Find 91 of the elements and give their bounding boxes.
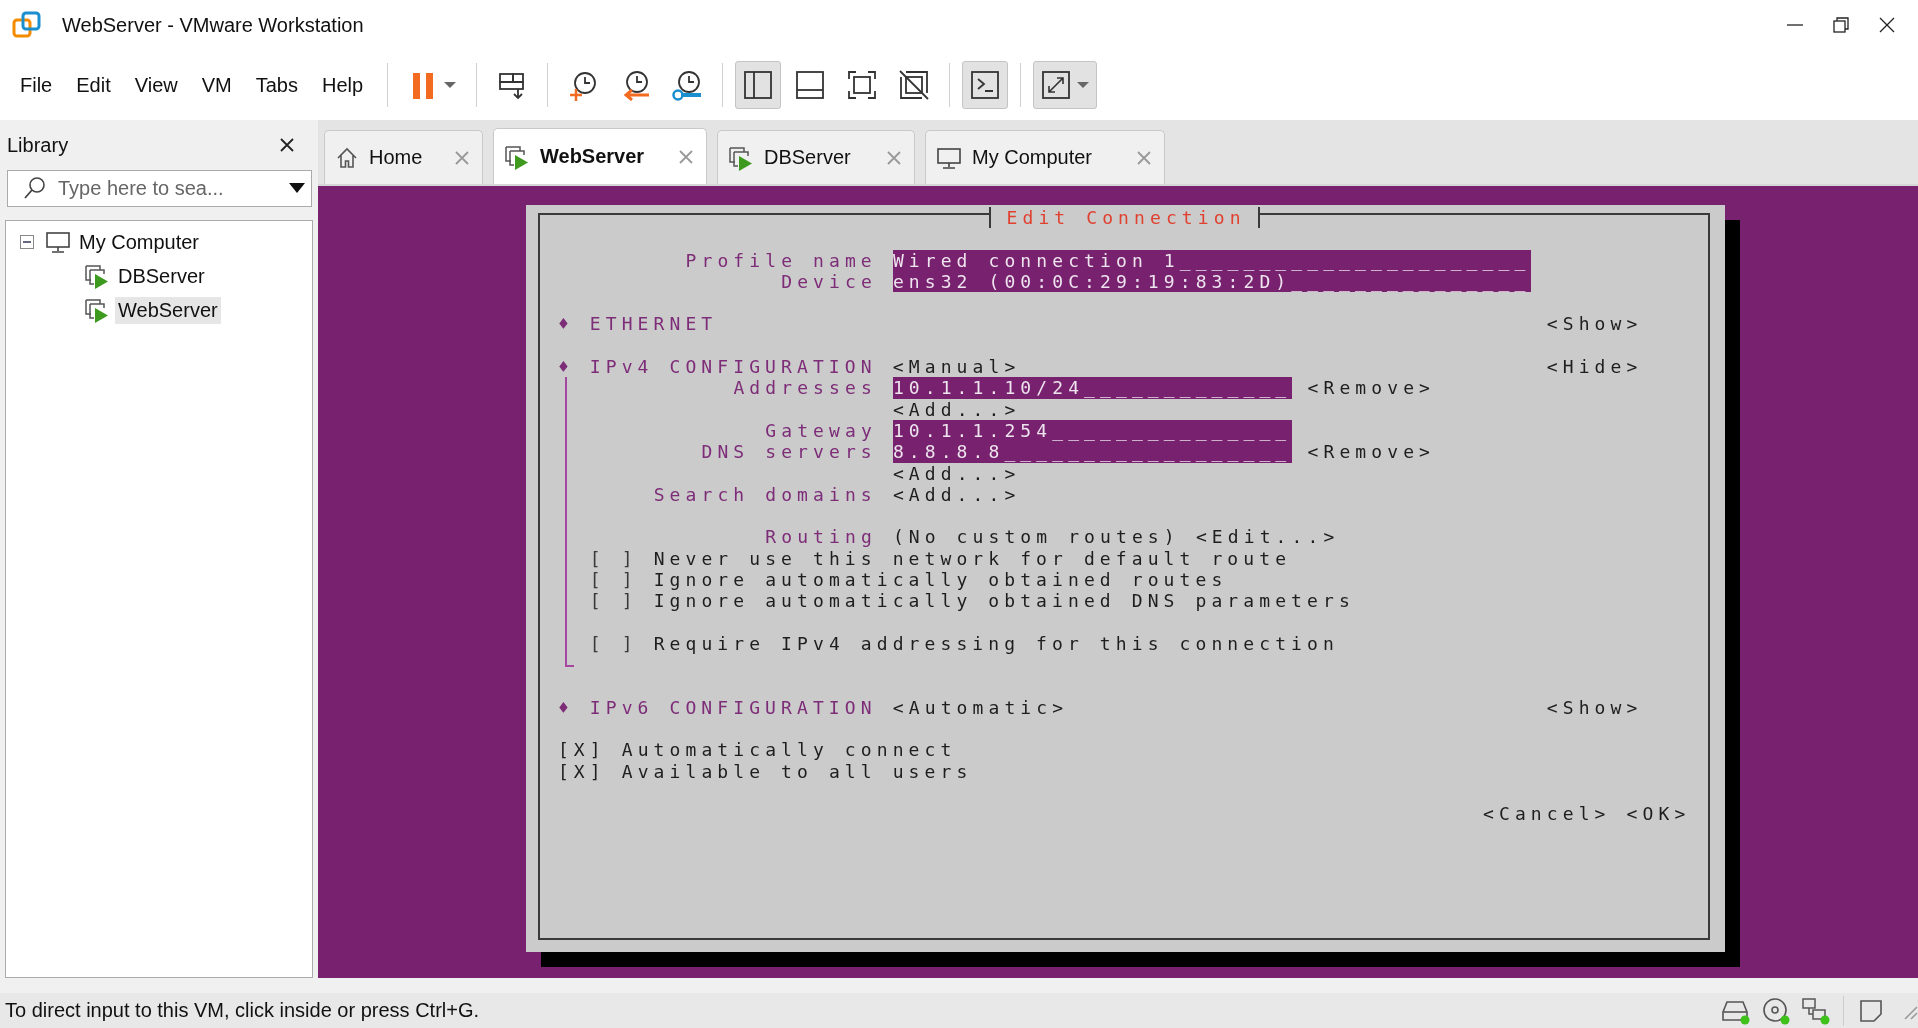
- menu-item[interactable]: Tabs: [243, 67, 310, 103]
- section-bullet: ♦: [557, 313, 574, 335]
- tree-item[interactable]: DBServer: [115, 262, 208, 290]
- checkbox[interactable]: [ ]: [589, 547, 638, 570]
- menu-item[interactable]: Edit: [64, 67, 123, 103]
- field-label: Search domains: [653, 483, 877, 506]
- monitor-icon: [936, 146, 962, 169]
- dialog-title: Edit Connection: [988, 207, 1260, 229]
- mode-dropdown[interactable]: <Automatic>: [892, 696, 1069, 719]
- checkbox-label: Ignore automatically obtained routes: [653, 569, 1228, 591]
- ok-button[interactable]: <OK>: [1626, 803, 1691, 825]
- input-field[interactable]: ens32 (00:0C:29:19:83:2D)_______________: [892, 270, 1531, 293]
- note-icon[interactable]: [1858, 997, 1884, 1024]
- library-toggle-button[interactable]: [735, 61, 782, 109]
- house-icon: [335, 145, 359, 170]
- input-field[interactable]: 10.1.1.10/24_____________: [892, 377, 1292, 399]
- checkbox[interactable]: [ ]: [589, 569, 638, 591]
- fullscreen-icon: [846, 69, 879, 101]
- input-field[interactable]: Wired connection 1______________________: [892, 249, 1531, 271]
- stretch-icon: [1040, 69, 1073, 101]
- section-bullet: ♦: [557, 696, 574, 719]
- checkbox-label: Require IPv4 addressing for this connection: [653, 632, 1340, 655]
- vm-play-icon: [84, 297, 110, 323]
- cancel-button[interactable]: <Cancel>: [1483, 803, 1611, 825]
- vm-play-icon: [84, 263, 110, 289]
- add-button[interactable]: <Add...>: [892, 462, 1021, 484]
- field-label: Routing: [765, 526, 877, 548]
- search-icon: [23, 176, 47, 200]
- window-title: WebServer - VMware Workstation: [62, 13, 365, 37]
- disc-icon[interactable]: [1761, 995, 1791, 1026]
- crossed-windows-icon: [898, 69, 931, 101]
- caret-icon: [443, 81, 458, 89]
- field-label: Addresses: [733, 377, 877, 399]
- input-field[interactable]: 10.1.1.254_______________: [892, 419, 1292, 442]
- dropdown-caret-icon[interactable]: [288, 182, 306, 194]
- checkbox-label: Available to all users: [621, 760, 973, 782]
- tab[interactable]: My Computer: [925, 130, 1165, 184]
- vm-play-icon: [728, 144, 754, 171]
- input-field[interactable]: 8.8.8.8__________________: [892, 441, 1292, 463]
- tree-item[interactable]: My Computer: [76, 228, 203, 256]
- mode-dropdown[interactable]: <Manual>: [892, 356, 1021, 378]
- network-icon[interactable]: [1801, 995, 1831, 1026]
- menu-item[interactable]: View: [122, 67, 190, 103]
- menu-item[interactable]: File: [8, 67, 65, 103]
- checkbox[interactable]: [X]: [557, 739, 606, 761]
- menu-item[interactable]: VM: [189, 67, 244, 103]
- checkbox[interactable]: [ ]: [589, 590, 638, 612]
- tree-item[interactable]: WebServer: [115, 296, 221, 324]
- section-title: IPv6 CONFIGURATION: [589, 696, 877, 719]
- checkbox[interactable]: [ ]: [589, 632, 638, 655]
- clock-wrench-icon: [671, 69, 704, 101]
- close-icon: [1878, 16, 1896, 34]
- add-button[interactable]: <Add...>: [892, 483, 1021, 506]
- vm-play-icon: [504, 143, 530, 170]
- section-title: ETHERNET: [589, 313, 718, 335]
- add-button[interactable]: <Add...>: [892, 398, 1021, 420]
- field-label: Gateway: [765, 419, 877, 442]
- caret-icon: [1076, 81, 1091, 89]
- checkbox-label: Never use this network for default route: [653, 547, 1292, 570]
- section-toggle-button[interactable]: <Hide>: [1546, 356, 1643, 378]
- minimize-icon: [1787, 24, 1803, 26]
- tab[interactable]: WebServer: [493, 128, 707, 184]
- checkbox-label: Automatically connect: [621, 739, 957, 761]
- section-bullet: ♦: [557, 356, 574, 378]
- app-logo-icon: [12, 10, 42, 40]
- field-label: Device: [781, 270, 877, 293]
- checkbox[interactable]: [X]: [557, 760, 606, 782]
- restore-icon: [1832, 16, 1850, 34]
- terminal-icon: [969, 69, 1002, 101]
- routing-value: (No custom routes): [892, 526, 1180, 548]
- tab[interactable]: DBServer: [717, 130, 915, 184]
- section-title: IPv4 CONFIGURATION: [589, 356, 877, 378]
- edit-button[interactable]: <Edit...>: [1195, 526, 1340, 548]
- section-toggle-button[interactable]: <Show>: [1546, 696, 1643, 719]
- status-text: To direct input to this VM, click inside or press Ctrl+G.: [5, 999, 481, 1022]
- remove-button[interactable]: <Remove>: [1307, 441, 1436, 463]
- field-label: DNS servers: [701, 441, 877, 463]
- sidebar-layout-icon: [742, 69, 775, 101]
- library-title: Library: [7, 133, 69, 157]
- field-label: Profile name: [685, 249, 877, 271]
- checkbox-label: Ignore automatically obtained DNS parameters: [653, 590, 1356, 612]
- search-field[interactable]: Type here to sea...: [7, 170, 312, 207]
- section-toggle-button[interactable]: <Show>: [1546, 313, 1643, 335]
- menu-item[interactable]: Help: [309, 67, 376, 103]
- console-view-button[interactable]: [962, 61, 1009, 109]
- stretch-button[interactable]: [1033, 61, 1098, 109]
- expander-icon[interactable]: [20, 235, 34, 249]
- remove-button[interactable]: <Remove>: [1307, 377, 1436, 399]
- bottom-panel-layout-icon: [794, 69, 827, 101]
- monitor-icon: [45, 231, 71, 253]
- tab[interactable]: Home: [324, 130, 483, 184]
